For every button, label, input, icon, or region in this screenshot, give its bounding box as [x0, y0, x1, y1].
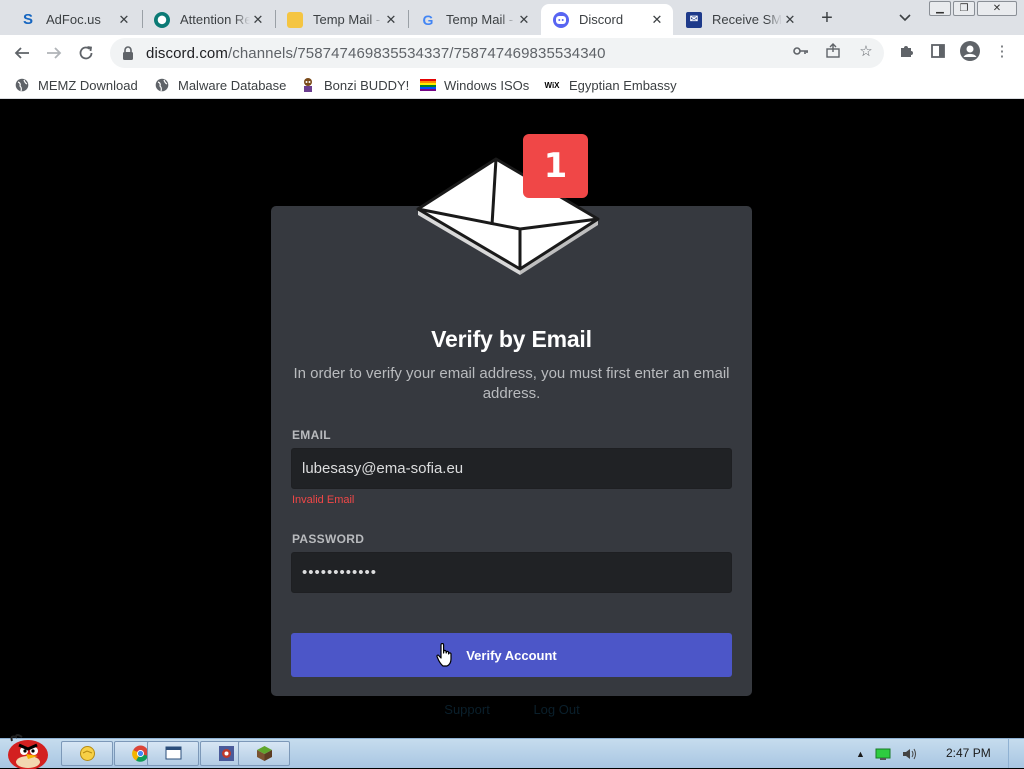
- network-icon[interactable]: [875, 747, 891, 761]
- tab-attention[interactable]: ⬤ Attention Required ✕: [142, 4, 274, 35]
- close-icon[interactable]: ✕: [516, 12, 532, 28]
- bookmark-label: Malware Database: [178, 77, 287, 93]
- globe-icon: [14, 77, 30, 93]
- taskbar-minecraft[interactable]: [238, 741, 290, 766]
- url-text: discord.com/channels/758747469835534337/…: [146, 45, 606, 62]
- wix-icon: WiX: [544, 80, 560, 90]
- discord-icon: [553, 11, 569, 28]
- footer-links: Support Log Out: [0, 702, 1024, 717]
- rainbow-flag-icon: [420, 77, 436, 93]
- close-icon[interactable]: ✕: [116, 12, 132, 28]
- paint-icon: [218, 746, 234, 761]
- modal-subtitle: In order to verify your email address, y…: [293, 365, 730, 402]
- back-button[interactable]: [8, 39, 36, 67]
- taskbar-explorer[interactable]: [61, 741, 113, 766]
- cloudflare-icon: ⬤: [154, 11, 170, 28]
- lock-icon: [123, 46, 133, 60]
- share-icon[interactable]: [824, 42, 842, 60]
- tab-title: AdFoc.us: [46, 12, 101, 27]
- new-tab-button[interactable]: +: [814, 6, 840, 30]
- reload-icon: [79, 46, 93, 60]
- tempmail-icon: [287, 11, 303, 28]
- google-icon: G: [422, 11, 434, 28]
- arrow-left-icon: [14, 47, 29, 59]
- bookmark-label: MEMZ Download: [38, 77, 138, 93]
- chevron-down-icon[interactable]: [893, 8, 917, 28]
- notification-badge: 1: [523, 134, 588, 198]
- star-icon[interactable]: ☆: [857, 42, 875, 60]
- restore-button[interactable]: ❐: [953, 1, 975, 16]
- bookmark-memz[interactable]: MEMZ Download: [14, 76, 138, 94]
- taskbar: ▲ 2:47 PM: [0, 734, 1024, 769]
- speaker-icon[interactable]: [901, 747, 917, 761]
- globe-icon: [154, 77, 170, 93]
- hand-cursor-icon: [436, 643, 452, 667]
- tab-title: Temp Mail - Google: [446, 12, 516, 27]
- verify-account-button[interactable]: Verify Account: [291, 633, 732, 677]
- tab-discord[interactable]: Discord ✕: [541, 4, 673, 35]
- profile-avatar[interactable]: [960, 41, 980, 61]
- close-window-button[interactable]: ✕: [977, 1, 1017, 16]
- bookmarks-bar: MEMZ Download Malware Database Bonzi BUD…: [0, 71, 1024, 99]
- window-icon: [165, 746, 181, 760]
- tab-tempmail-google[interactable]: G Temp Mail - Google ✕: [408, 4, 540, 35]
- password-field[interactable]: [291, 552, 732, 593]
- adfocus-icon: S: [22, 11, 33, 28]
- close-icon[interactable]: ✕: [649, 12, 665, 28]
- tab-title: Attention Required: [180, 12, 250, 27]
- tab-title: Discord: [579, 12, 624, 27]
- modal-title: Verify by Email: [431, 326, 592, 352]
- logout-link[interactable]: Log Out: [533, 702, 579, 717]
- close-icon[interactable]: ✕: [250, 12, 266, 28]
- bookmark-bonzi[interactable]: Bonzi BUDDY!: [300, 76, 409, 94]
- show-desktop-button[interactable]: [1008, 739, 1024, 768]
- tab-tempmail[interactable]: Temp Mail - Disposable ✕: [275, 4, 407, 35]
- bookmark-label: Egyptian Embassy: [569, 77, 677, 93]
- arrow-right-icon: [47, 47, 62, 59]
- reload-button[interactable]: [72, 39, 100, 67]
- chrome-icon: [131, 745, 148, 762]
- bookmark-label: Windows ISOs: [444, 77, 530, 93]
- bookmark-windows-isos[interactable]: Windows ISOs: [420, 76, 529, 94]
- key-icon[interactable]: [792, 42, 810, 60]
- tab-adfocus[interactable]: S AdFoc.us ✕: [8, 4, 140, 35]
- bookmark-egyptian-embassy[interactable]: WiX Egyptian Embassy: [543, 76, 677, 94]
- tab-receive-sms[interactable]: ✉ Receive SMS Online ✕: [674, 4, 806, 35]
- support-link[interactable]: Support: [444, 702, 490, 717]
- browser-toolbar: discord.com/channels/758747469835534337/…: [0, 35, 1024, 71]
- address-bar[interactable]: discord.com/channels/758747469835534337/…: [110, 38, 884, 68]
- email-field[interactable]: [291, 448, 732, 489]
- password-label: PASSWORD: [292, 532, 365, 546]
- email-error-text: Invalid Email: [292, 494, 355, 506]
- tab-title: Receive SMS Online: [712, 12, 782, 27]
- sms-icon: ✉: [686, 11, 702, 28]
- forward-button[interactable]: [40, 39, 68, 67]
- tray-expand-icon[interactable]: ▲: [856, 749, 865, 759]
- explorer-icon: [79, 746, 95, 761]
- email-label: EMAIL: [292, 428, 331, 442]
- discord-page: Verify by Email In order to verify your …: [0, 103, 1024, 738]
- bookmark-malware-db[interactable]: Malware Database: [154, 76, 286, 94]
- system-tray: ▲: [856, 744, 917, 764]
- tab-strip: S AdFoc.us ✕ ⬤ Attention Required ✕ Temp…: [0, 0, 1024, 35]
- minecraft-icon: [256, 746, 272, 761]
- extensions-icon[interactable]: [897, 42, 915, 60]
- minimize-button[interactable]: ▁: [929, 1, 951, 16]
- url-host: discord.com: [146, 44, 228, 62]
- tab-title: Temp Mail - Disposable: [313, 12, 383, 27]
- close-icon[interactable]: ✕: [782, 12, 798, 28]
- bonzi-icon: [300, 77, 316, 93]
- bookmark-label: Bonzi BUDDY!: [324, 77, 410, 93]
- url-path: /channels/758747469835534337/75874746983…: [227, 44, 606, 62]
- angry-bird-start-icon[interactable]: [4, 733, 50, 769]
- close-icon[interactable]: ✕: [383, 12, 399, 28]
- taskbar-window[interactable]: [147, 741, 199, 766]
- sidepanel-icon[interactable]: [929, 42, 947, 60]
- taskbar-clock[interactable]: 2:47 PM: [946, 746, 991, 760]
- kebab-menu-icon[interactable]: ⋮: [993, 42, 1011, 60]
